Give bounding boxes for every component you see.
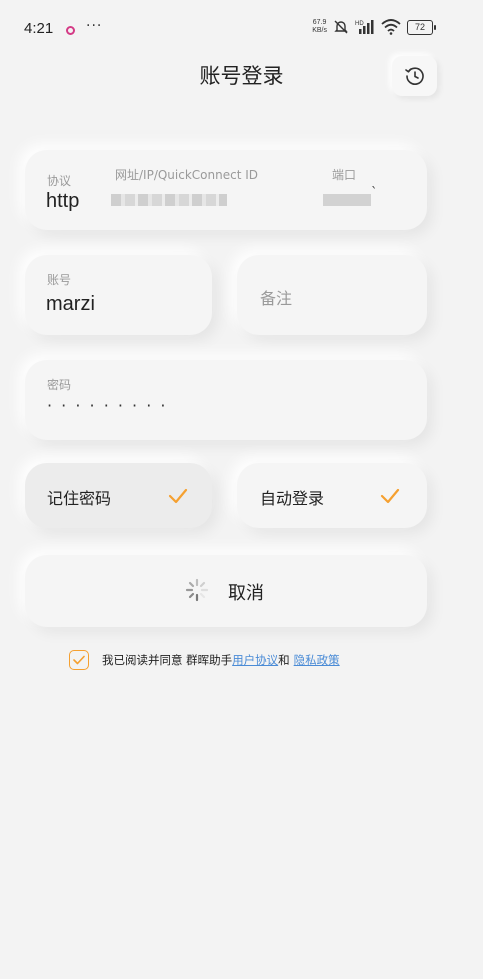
cancel-label: 取消	[228, 583, 264, 604]
password-label: 密码	[47, 378, 72, 392]
address-label: 网址/IP/QuickConnect ID	[115, 168, 259, 182]
remark-input[interactable]: 备注	[260, 285, 292, 309]
password-input[interactable]: · · · · · · · · ·	[47, 396, 167, 415]
auto-login-label: 自动登录	[260, 489, 325, 508]
wifi-icon	[381, 19, 401, 35]
port-label: 端口	[332, 168, 357, 182]
account-card[interactable]: 账号 marzi	[25, 255, 212, 335]
checkmark-icon	[380, 488, 400, 504]
password-card[interactable]: 密码 · · · · · · · · ·	[25, 360, 427, 440]
cancel-button[interactable]: 取消	[25, 555, 427, 627]
clock: 4:21	[24, 20, 54, 37]
history-clock-icon	[404, 67, 424, 85]
net-speed-unit: KB/s	[312, 27, 327, 34]
notification-dot-icon	[66, 26, 75, 35]
remark-card[interactable]: 备注	[237, 255, 427, 335]
loading-spinner-icon	[185, 578, 209, 602]
network-speed: 67.9 KB/s	[312, 19, 327, 35]
cellular-signal-icon: HD	[355, 20, 374, 34]
remember-password-toggle[interactable]: 记住密码	[25, 463, 212, 528]
checkmark-icon	[73, 655, 85, 665]
address-field[interactable]	[111, 194, 227, 206]
battery-icon: 72	[407, 19, 436, 35]
system-icons: 67.9 KB/s HD 72	[312, 19, 436, 35]
agreement-text: 我已阅读并同意 群晖助手	[102, 653, 233, 667]
privacy-policy-link[interactable]: 隐私政策	[294, 652, 340, 668]
agreement-checkbox[interactable]	[69, 650, 89, 670]
hd-label: HD	[355, 21, 364, 27]
remember-password-label: 记住密码	[47, 489, 112, 508]
port-tail: `	[371, 186, 378, 201]
port-field[interactable]	[323, 194, 371, 206]
agreement-row: 我已阅读并同意 群晖助手 用户协议 和 隐私政策	[69, 650, 340, 670]
status-bar: 4:21 ··· 67.9 KB/s HD 72	[0, 0, 483, 56]
net-speed-value: 67.9	[312, 19, 327, 26]
protocol-label: 协议	[47, 174, 72, 188]
account-label: 账号	[47, 273, 72, 287]
user-agreement-link[interactable]: 用户协议	[232, 652, 278, 668]
agreement-and: 和	[278, 653, 290, 667]
history-button[interactable]	[392, 56, 437, 96]
protocol-select[interactable]: http	[46, 190, 79, 213]
more-notifications-icon: ···	[86, 18, 103, 34]
checkmark-icon	[168, 488, 188, 504]
mute-bell-icon	[334, 20, 348, 34]
server-card: 协议 http 网址/IP/QuickConnect ID 端口 `	[25, 150, 427, 230]
auto-login-toggle[interactable]: 自动登录	[237, 463, 427, 528]
account-input[interactable]: marzi	[46, 293, 95, 316]
